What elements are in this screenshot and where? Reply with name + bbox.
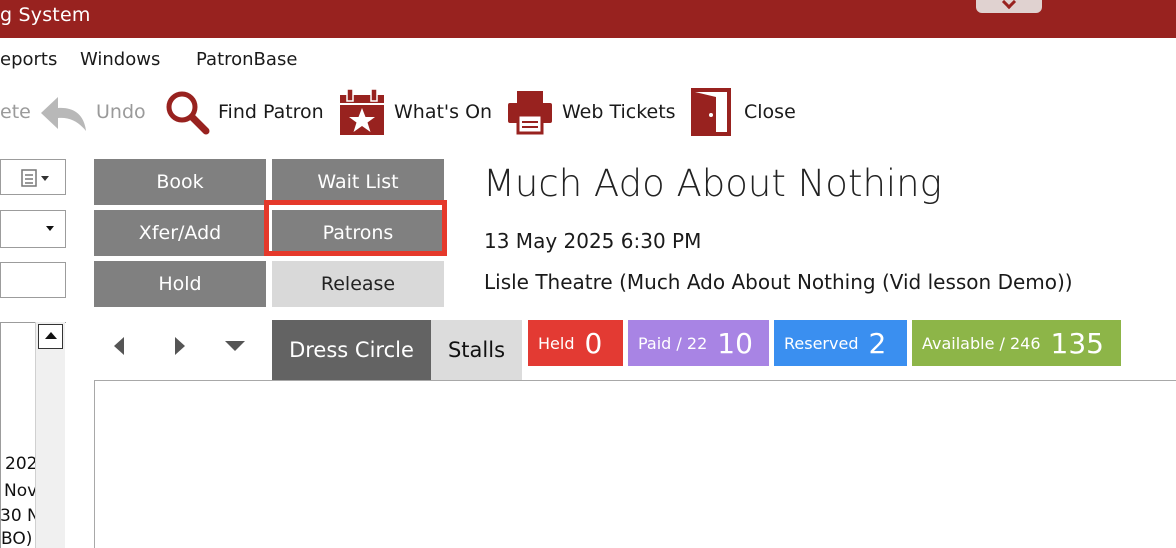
web-tickets-button[interactable]: Web Tickets <box>506 82 676 142</box>
paid-badge: Paid / 22 10 <box>628 320 769 366</box>
printer-icon <box>506 89 554 135</box>
badge-label: Paid / 22 <box>638 333 708 353</box>
toolbar: ete Undo Find Patron What's On Web Ticke… <box>0 82 1176 142</box>
chevron-down-icon <box>1001 0 1017 10</box>
wait-list-button[interactable]: Wait List <box>272 159 444 205</box>
event-venue: Lisle Theatre (Much Ado About Nothing (V… <box>484 270 1073 294</box>
available-badge: Available / 246 135 <box>912 320 1121 366</box>
scroll-up-button[interactable] <box>38 324 63 349</box>
ribbon-collapse-button[interactable] <box>976 0 1042 13</box>
view-selector-dropdown[interactable] <box>0 159 66 195</box>
undo-icon <box>38 87 92 137</box>
dropdown-arrow-icon[interactable] <box>225 341 245 351</box>
list-item: BO) <box>1 529 33 548</box>
dropdown-arrow-icon <box>46 226 54 231</box>
event-title: Much Ado About Nothing <box>483 162 942 205</box>
menu-windows[interactable]: Windows <box>80 49 160 70</box>
undo-button[interactable]: Undo <box>38 82 146 142</box>
find-patron-button[interactable]: Find Patron <box>162 82 324 142</box>
badge-label: Reserved <box>784 333 859 353</box>
badge-label: Available / 246 <box>922 333 1041 353</box>
xfer-add-button[interactable]: Xfer/Add <box>94 210 266 256</box>
seat-map-canvas[interactable] <box>94 380 1176 548</box>
window-title: g System <box>0 4 91 26</box>
list-view-icon <box>21 169 49 187</box>
close-button[interactable]: Close <box>690 82 796 142</box>
whats-on-label: What's On <box>394 101 493 123</box>
menu-reports[interactable]: eports <box>0 49 57 70</box>
badge-value: 0 <box>584 326 603 360</box>
door-icon <box>690 87 734 137</box>
calendar-star-icon <box>338 87 386 137</box>
badge-value: 135 <box>1050 326 1104 360</box>
previous-arrow-icon[interactable] <box>114 337 124 355</box>
badge-label: Held <box>538 333 575 353</box>
menu-bar: eports Windows PatronBase <box>0 42 1176 78</box>
menu-patronbase[interactable]: PatronBase <box>196 49 297 70</box>
held-badge: Held 0 <box>528 320 623 366</box>
hold-button[interactable]: Hold <box>94 261 266 307</box>
close-label: Close <box>744 101 796 123</box>
tab-stalls[interactable]: Stalls <box>431 320 522 380</box>
badge-value: 10 <box>717 326 753 360</box>
tab-dress-circle[interactable]: Dress Circle <box>272 320 431 380</box>
whats-on-button[interactable]: What's On <box>338 82 492 142</box>
undo-label: Undo <box>96 101 146 123</box>
filter-dropdown[interactable] <box>0 210 66 248</box>
list-item: 30 N <box>0 506 40 526</box>
next-arrow-icon[interactable] <box>175 337 185 355</box>
title-bar: g System <box>0 0 1176 38</box>
badge-value: 2 <box>868 326 887 360</box>
patrons-highlight-box <box>264 200 447 256</box>
web-tickets-label: Web Tickets <box>562 101 676 123</box>
reserved-badge: Reserved 2 <box>774 320 907 366</box>
list-item: Nov <box>4 481 38 501</box>
event-datetime: 13 May 2025 6:30 PM <box>484 229 702 253</box>
find-patron-label: Find Patron <box>218 101 324 123</box>
list-scrollbar[interactable] <box>35 322 65 548</box>
list-item: 202 <box>5 454 38 474</box>
delete-button[interactable]: ete <box>0 82 31 142</box>
book-button[interactable]: Book <box>94 159 266 205</box>
magnifier-icon <box>162 88 210 136</box>
release-button[interactable]: Release <box>272 261 444 307</box>
search-input[interactable] <box>0 262 66 298</box>
delete-label: ete <box>0 101 31 123</box>
